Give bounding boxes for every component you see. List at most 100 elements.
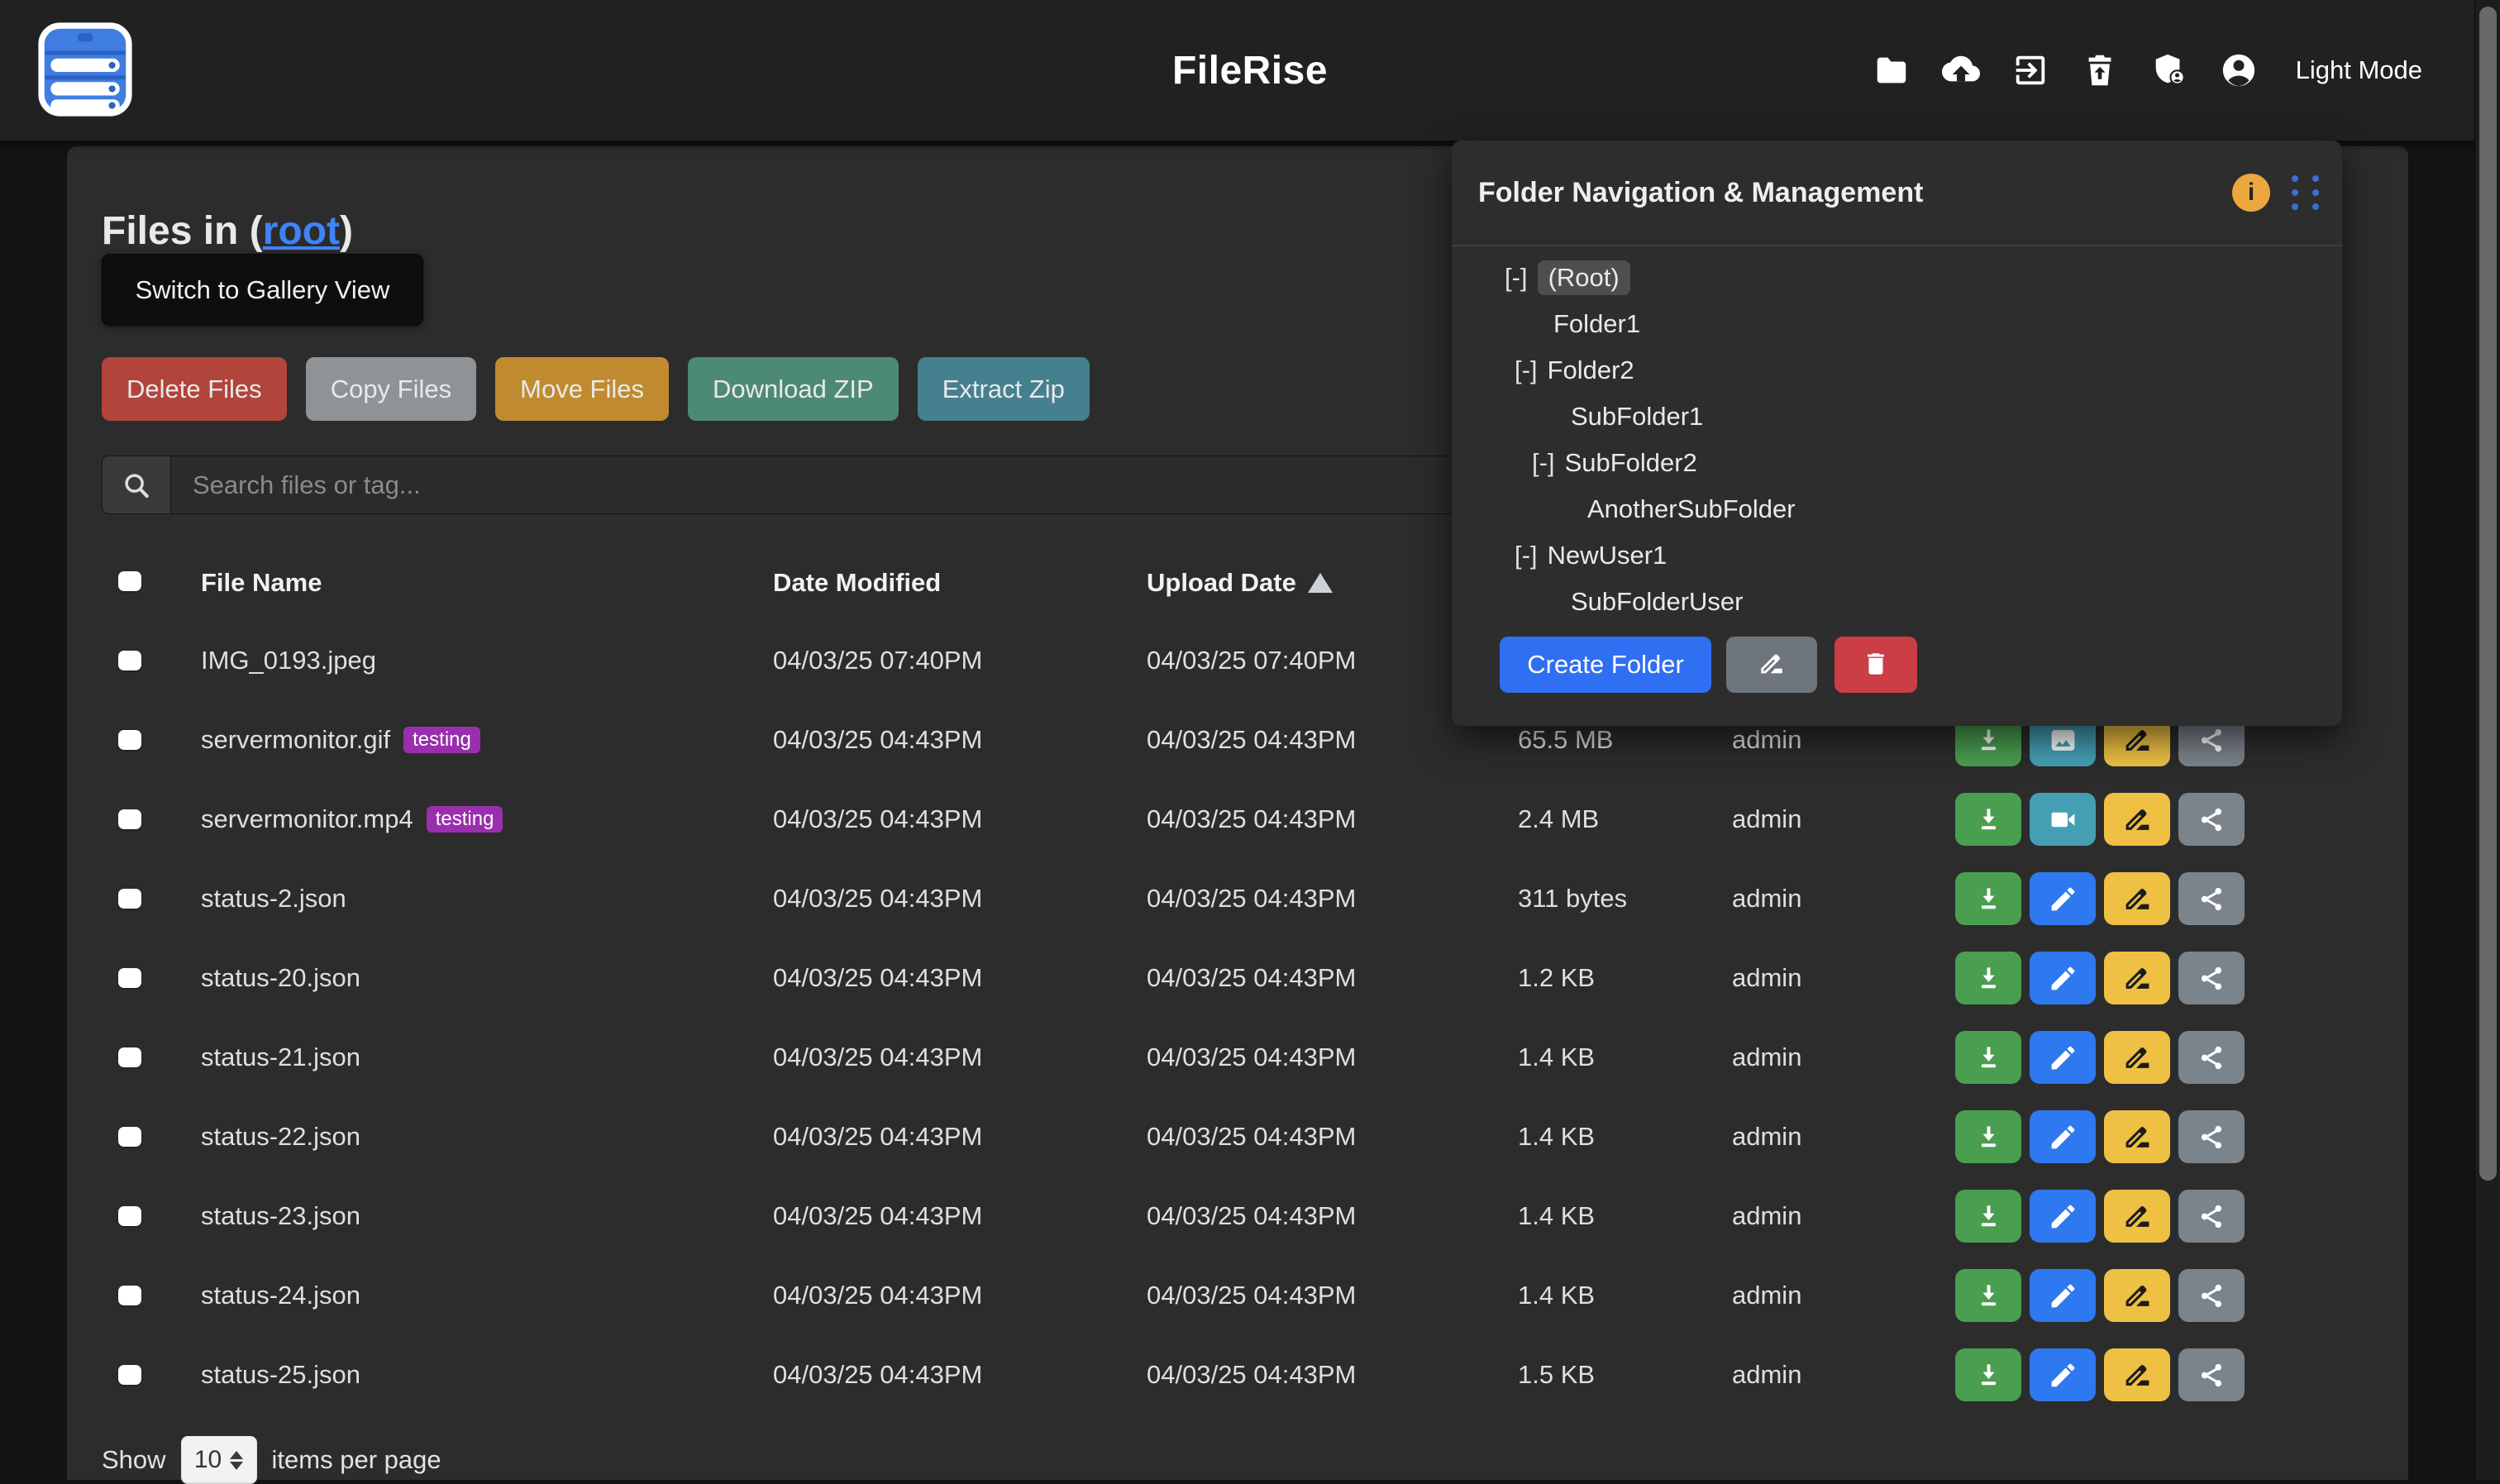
column-header-upload-date[interactable]: Upload Date xyxy=(1147,568,1333,598)
file-name[interactable]: status-25.json xyxy=(201,1360,360,1390)
download-button[interactable] xyxy=(1955,1110,2021,1163)
row-checkbox[interactable] xyxy=(118,968,141,988)
folder-label[interactable]: SubFolder2 xyxy=(1565,448,1697,478)
sign-out-icon[interactable] xyxy=(2011,51,2049,89)
download-button[interactable] xyxy=(1955,872,2021,925)
download-button[interactable] xyxy=(1955,952,2021,1004)
light-mode-toggle[interactable]: Light Mode xyxy=(2296,55,2422,85)
account-icon[interactable] xyxy=(2220,51,2258,89)
rename-button[interactable] xyxy=(2104,1110,2170,1163)
edit-button[interactable] xyxy=(2030,1110,2096,1163)
rename-button[interactable] xyxy=(2104,1031,2170,1084)
create-folder-button[interactable]: Create Folder xyxy=(1500,637,1711,693)
file-name[interactable]: status-23.json xyxy=(201,1201,360,1231)
row-checkbox[interactable] xyxy=(118,889,141,909)
folder-label[interactable]: SubFolder1 xyxy=(1571,402,1703,432)
file-name[interactable]: servermonitor.gif xyxy=(201,725,390,755)
download-button[interactable] xyxy=(1955,1031,2021,1084)
cloud-upload-icon[interactable] xyxy=(1942,51,1980,89)
file-name[interactable]: status-2.json xyxy=(201,884,346,914)
file-name[interactable]: servermonitor.mp4 xyxy=(201,804,413,834)
drag-handle-icon[interactable] xyxy=(2292,175,2319,210)
delete-files-button[interactable]: Delete Files xyxy=(102,357,287,421)
rename-button[interactable] xyxy=(2104,872,2170,925)
folder-label[interactable]: NewUser1 xyxy=(1548,541,1667,570)
column-header-file-name[interactable]: File Name xyxy=(201,568,322,598)
file-name[interactable]: status-24.json xyxy=(201,1281,360,1310)
edit-button[interactable] xyxy=(2030,1031,2096,1084)
share-button[interactable] xyxy=(2178,793,2245,846)
row-checkbox[interactable] xyxy=(118,1286,141,1305)
column-header-date-modified[interactable]: Date Modified xyxy=(773,568,941,598)
rename-button[interactable] xyxy=(2104,1190,2170,1243)
row-checkbox[interactable] xyxy=(118,730,141,750)
collapse-toggle[interactable]: [-] xyxy=(1515,541,1538,570)
info-icon[interactable]: i xyxy=(2232,174,2270,212)
copy-files-button[interactable]: Copy Files xyxy=(306,357,476,421)
delete-folder-button[interactable] xyxy=(1834,637,1917,693)
table-row: status-20.json04/03/25 04:43PM04/03/25 0… xyxy=(67,938,2408,1018)
download-button[interactable] xyxy=(1955,1269,2021,1322)
folder-label[interactable]: AnotherSubFolder xyxy=(1587,494,1796,524)
edit-button[interactable] xyxy=(2030,1348,2096,1401)
folder-label[interactable]: Folder2 xyxy=(1548,355,1634,385)
share-button[interactable] xyxy=(2178,1269,2245,1322)
row-checkbox[interactable] xyxy=(118,651,141,670)
share-button[interactable] xyxy=(2178,1190,2245,1243)
collapse-toggle[interactable]: [-] xyxy=(1532,448,1555,478)
file-name[interactable]: status-20.json xyxy=(201,963,360,993)
file-name[interactable]: status-21.json xyxy=(201,1043,360,1072)
edit-button[interactable] xyxy=(2030,1269,2096,1322)
user-shield-icon[interactable] xyxy=(2150,51,2188,89)
search-input[interactable] xyxy=(170,456,1492,514)
rename-folder-button[interactable] xyxy=(1726,637,1817,693)
folder-label[interactable]: (Root) xyxy=(1538,260,1630,295)
folder-label[interactable]: SubFolderUser xyxy=(1571,587,1743,617)
file-name[interactable]: status-22.json xyxy=(201,1122,360,1152)
extract-zip-button[interactable]: Extract Zip xyxy=(918,357,1090,421)
folder-label[interactable]: Folder1 xyxy=(1553,309,1640,339)
folder-tree-item[interactable]: SubFolder1 xyxy=(1452,394,2342,440)
download-button[interactable] xyxy=(1955,793,2021,846)
switch-gallery-view-button[interactable]: Switch to Gallery View xyxy=(102,254,423,326)
video-button[interactable] xyxy=(2030,793,2096,846)
edit-button[interactable] xyxy=(2030,952,2096,1004)
folder-tree-item[interactable]: [-] NewUser1 xyxy=(1452,532,2342,579)
file-name[interactable]: IMG_0193.jpeg xyxy=(201,646,376,675)
rename-button[interactable] xyxy=(2104,1348,2170,1401)
share-button[interactable] xyxy=(2178,1110,2245,1163)
upload-date: 04/03/25 04:43PM xyxy=(1147,1281,1356,1310)
items-per-page-select[interactable]: 10 xyxy=(181,1436,257,1484)
collapse-toggle[interactable]: [-] xyxy=(1515,355,1538,385)
select-all-checkbox[interactable] xyxy=(118,568,141,598)
download-button[interactable] xyxy=(1955,1348,2021,1401)
collapse-toggle[interactable]: [-] xyxy=(1505,263,1528,293)
folder-tree-item[interactable]: [-] (Root) xyxy=(1452,255,2342,301)
row-checkbox[interactable] xyxy=(118,1365,141,1385)
scrollbar-thumb[interactable] xyxy=(2479,7,2497,1181)
root-folder-link[interactable]: root xyxy=(263,209,340,253)
share-button[interactable] xyxy=(2178,872,2245,925)
folder-tree-item[interactable]: AnotherSubFolder xyxy=(1452,486,2342,532)
share-button[interactable] xyxy=(2178,952,2245,1004)
folder-tree-item[interactable]: [-] Folder2 xyxy=(1452,347,2342,394)
row-checkbox[interactable] xyxy=(118,809,141,829)
share-button[interactable] xyxy=(2178,1348,2245,1401)
rename-button[interactable] xyxy=(2104,793,2170,846)
edit-button[interactable] xyxy=(2030,1190,2096,1243)
download-button[interactable] xyxy=(1955,1190,2021,1243)
row-checkbox[interactable] xyxy=(118,1206,141,1226)
download-zip-button[interactable]: Download ZIP xyxy=(688,357,899,421)
share-button[interactable] xyxy=(2178,1031,2245,1084)
folder-tree-item[interactable]: SubFolderUser xyxy=(1452,579,2342,625)
edit-button[interactable] xyxy=(2030,872,2096,925)
row-checkbox[interactable] xyxy=(118,1047,141,1067)
trash-restore-icon[interactable] xyxy=(2081,51,2119,89)
folder-icon[interactable] xyxy=(1873,51,1911,89)
folder-tree-item[interactable]: Folder1 xyxy=(1452,301,2342,347)
move-files-button[interactable]: Move Files xyxy=(495,357,669,421)
folder-tree-item[interactable]: [-] SubFolder2 xyxy=(1452,440,2342,486)
rename-button[interactable] xyxy=(2104,952,2170,1004)
row-checkbox[interactable] xyxy=(118,1127,141,1147)
rename-button[interactable] xyxy=(2104,1269,2170,1322)
